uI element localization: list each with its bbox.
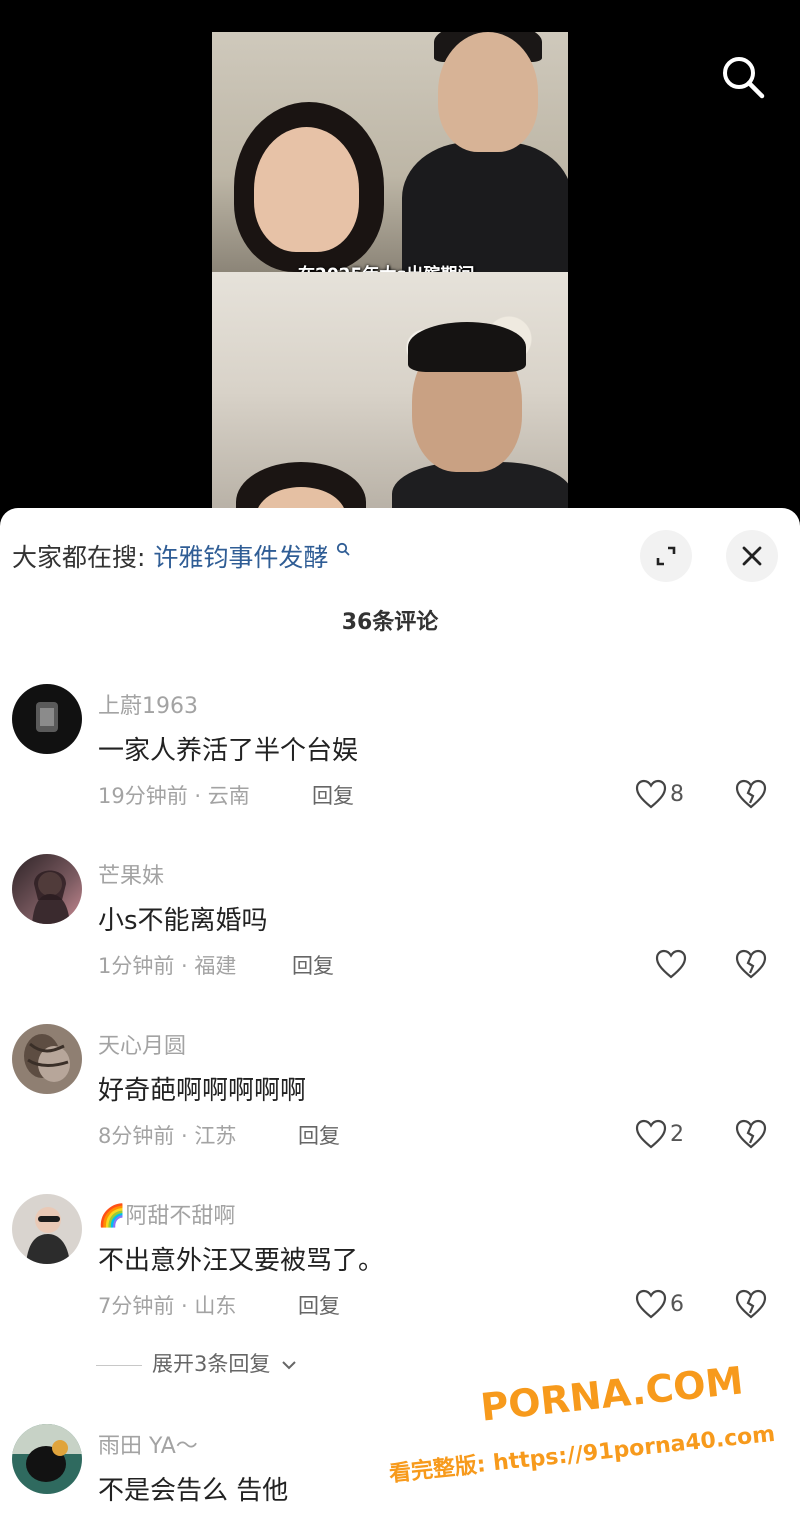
close-icon xyxy=(742,546,762,566)
avatar-image xyxy=(36,702,58,732)
video-frame[interactable]: 在2025年大s出殡期间 xyxy=(212,32,568,512)
man2-hair xyxy=(408,322,526,372)
heart-icon xyxy=(635,1119,667,1149)
like-count: 8 xyxy=(670,781,684,807)
meta-separator: · xyxy=(187,784,208,808)
avatar-image xyxy=(24,1034,70,1082)
comment-count: 36条评论 xyxy=(341,610,439,635)
avatar[interactable] xyxy=(12,1194,82,1264)
search-button[interactable] xyxy=(718,52,768,102)
comment-time: 8分钟前 xyxy=(98,1124,175,1148)
comment-location: 福建 xyxy=(194,954,237,978)
reply-button[interactable]: 回复 xyxy=(312,780,354,810)
comment-item: 天心月圆 好奇葩啊啊啊啊啊 8分钟前 · 江苏 回复 2 xyxy=(0,1024,800,1194)
rainbow-icon: 🌈 xyxy=(98,1204,126,1229)
comment-item: 芒果妹 小s不能离婚吗 1分钟前 · 福建 回复 xyxy=(0,854,800,1024)
broken-heart-icon xyxy=(735,1119,767,1149)
avatar[interactable] xyxy=(12,854,82,924)
man-face xyxy=(438,32,538,152)
like-count: 6 xyxy=(670,1291,684,1317)
heart-icon xyxy=(635,1289,667,1319)
expand-replies-label: 展开3条回复 xyxy=(152,1352,271,1376)
chevron-down-icon xyxy=(282,1361,296,1370)
expand-icon xyxy=(656,546,676,566)
comment-meta: 1分钟前 · 福建 xyxy=(98,950,236,980)
comment-meta: 8分钟前 · 江苏 xyxy=(98,1120,236,1150)
broken-heart-icon xyxy=(735,949,767,979)
comment-text: 小s不能离婚吗 xyxy=(98,906,268,936)
search-icon xyxy=(723,57,765,99)
dislike-button[interactable] xyxy=(734,1118,768,1150)
avatar[interactable] xyxy=(12,1424,82,1494)
comment-time: 1分钟前 xyxy=(98,954,175,978)
like-button[interactable]: 8 xyxy=(634,778,684,810)
meta-separator: · xyxy=(174,954,195,978)
reply-button[interactable]: 回复 xyxy=(298,1290,340,1320)
avatar[interactable] xyxy=(12,1024,82,1094)
comment-username[interactable]: 天心月圆 xyxy=(98,1028,186,1060)
comment-time: 19分钟前 xyxy=(98,784,188,808)
dislike-button[interactable] xyxy=(734,778,768,810)
small-search-icon xyxy=(337,542,350,556)
trending-search: 大家都在搜: 许雅钧事件发酵 xyxy=(12,538,350,574)
dislike-button[interactable] xyxy=(734,948,768,980)
comment-meta: 7分钟前 · 山东 xyxy=(98,1290,236,1320)
comment-username[interactable]: 🌈阿甜不甜啊 xyxy=(98,1198,235,1230)
video-panel-top: 在2025年大s出殡期间 xyxy=(212,32,568,285)
avatar-image xyxy=(26,1207,70,1264)
heart-icon xyxy=(655,949,687,979)
avatar[interactable] xyxy=(12,684,82,754)
comment-location: 江苏 xyxy=(194,1124,237,1148)
trending-search-prefix: 大家都在搜: xyxy=(12,543,146,572)
comment-username-text: 阿甜不甜啊 xyxy=(125,1204,236,1229)
comment-text: 不是会告么 告他 xyxy=(98,1476,289,1506)
comment-location: 山东 xyxy=(194,1294,237,1318)
video-player[interactable]: 在2025年大s出殡期间 xyxy=(0,0,800,530)
avatar-image xyxy=(32,870,70,924)
comment-username[interactable]: 上蔚1963 xyxy=(98,688,198,720)
reply-button[interactable]: 回复 xyxy=(292,950,334,980)
comment-text: 一家人养活了半个台娱 xyxy=(98,736,359,766)
comment-text: 好奇葩啊啊啊啊啊 xyxy=(98,1076,307,1106)
like-button[interactable] xyxy=(654,948,690,980)
comment-text: 不出意外汪又要被骂了。 xyxy=(98,1246,385,1276)
comment-username[interactable]: 雨田 YA～ xyxy=(98,1428,198,1460)
meta-separator: · xyxy=(174,1124,195,1148)
comment-item: 上蔚1963 一家人养活了半个台娱 19分钟前 · 云南 回复 8 xyxy=(0,684,800,854)
comment-meta: 19分钟前 · 云南 xyxy=(98,780,250,810)
comment-username[interactable]: 芒果妹 xyxy=(98,858,164,890)
close-button[interactable] xyxy=(726,530,778,582)
like-button[interactable]: 2 xyxy=(634,1118,684,1150)
broken-heart-icon xyxy=(735,1289,767,1319)
heart-icon xyxy=(635,779,667,809)
dislike-button[interactable] xyxy=(734,1288,768,1320)
comment-item: 雨田 YA～ 不是会告么 告他 xyxy=(0,1424,800,1520)
like-button[interactable]: 6 xyxy=(634,1288,684,1320)
comment-sheet: 大家都在搜: 许雅钧事件发酵 36条评论 上蔚1963 一家人养活了半个台娱 1… xyxy=(0,508,800,1520)
woman-face xyxy=(254,127,359,252)
broken-heart-icon xyxy=(735,779,767,809)
comment-item: 🌈阿甜不甜啊 不出意外汪又要被骂了。 7分钟前 · 山东 回复 6 xyxy=(0,1194,800,1364)
divider-line xyxy=(96,1364,142,1366)
comment-location: 云南 xyxy=(207,784,250,808)
comment-time: 7分钟前 xyxy=(98,1294,175,1318)
like-count: 2 xyxy=(670,1121,684,1147)
expand-button[interactable] xyxy=(640,530,692,582)
reply-button[interactable]: 回复 xyxy=(298,1120,340,1150)
expand-replies-button[interactable]: 展开3条回复 xyxy=(96,1348,297,1378)
trending-search-link[interactable]: 许雅钧事件发酵 xyxy=(153,543,328,572)
avatar-image xyxy=(12,1424,82,1482)
meta-separator: · xyxy=(174,1294,195,1318)
